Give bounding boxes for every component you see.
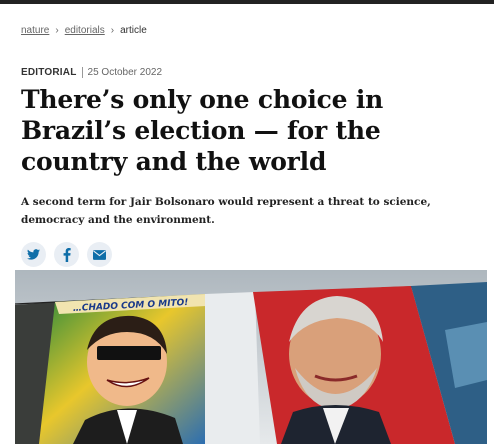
breadcrumb-separator: › <box>55 24 59 36</box>
breadcrumb-link-editorials[interactable]: editorials <box>65 25 105 36</box>
top-rule <box>0 0 494 4</box>
share-facebook-button[interactable] <box>54 242 79 267</box>
facebook-icon <box>63 247 71 262</box>
hero-image: …CHADO COM O MITO! <box>15 270 487 444</box>
article-meta: EDITORIAL 25 October 2022 <box>21 67 162 78</box>
email-icon <box>93 249 106 260</box>
breadcrumb: nature › editorials › article <box>21 22 147 38</box>
breadcrumb-separator: › <box>110 24 115 36</box>
breadcrumb-current: article <box>120 24 147 36</box>
article-type[interactable]: EDITORIAL <box>21 67 77 78</box>
share-twitter-button[interactable] <box>21 242 46 267</box>
share-bar <box>21 242 112 267</box>
hero-photo: …CHADO COM O MITO! <box>15 270 487 444</box>
article-title: There’s only one choice in Brazil’s elec… <box>21 85 384 176</box>
meta-divider <box>81 67 83 78</box>
twitter-icon <box>27 249 40 260</box>
article-standfirst: A second term for Jair Bolsonaro would r… <box>21 196 431 226</box>
breadcrumb-link-nature[interactable]: nature <box>21 25 49 36</box>
share-email-button[interactable] <box>87 242 112 267</box>
article-date: 25 October 2022 <box>87 67 163 78</box>
